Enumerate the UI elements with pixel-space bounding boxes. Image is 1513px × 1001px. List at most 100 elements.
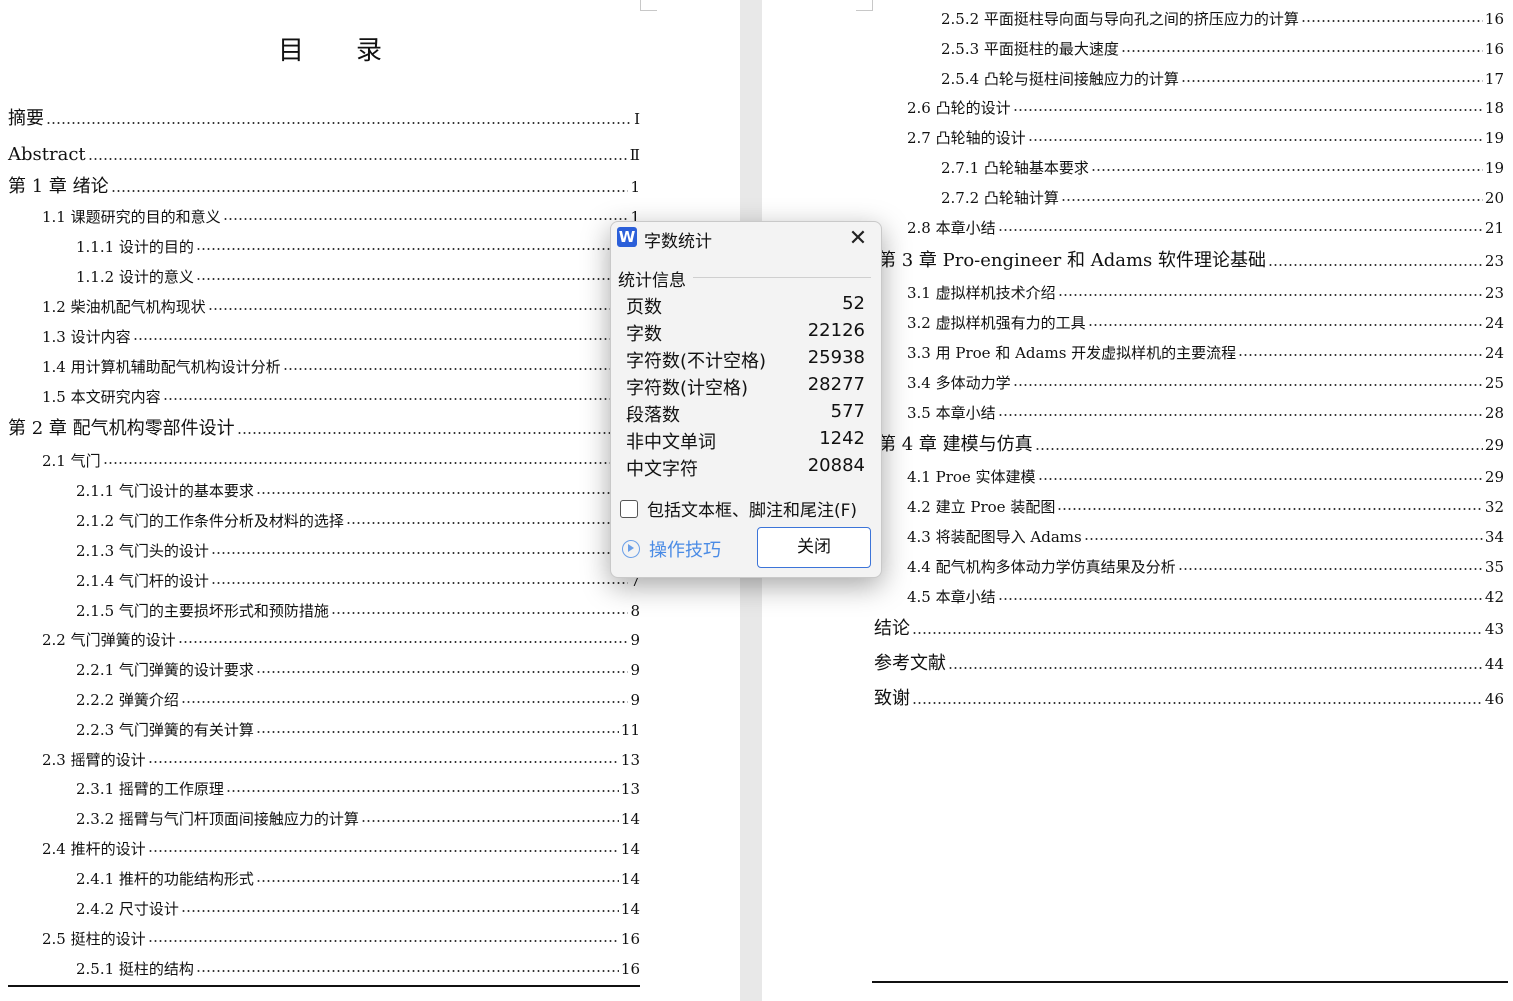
toc-entry[interactable]: 1.1 课题研究的目的和意义 1 <box>42 206 640 228</box>
toc-entry[interactable]: 2.2.2 弹簧介绍 9 <box>76 689 640 711</box>
stat-label: 字数 <box>626 324 662 345</box>
toc-entry[interactable]: 1.3 设计内容3 <box>42 326 640 348</box>
toc-entry[interactable]: 1.1.1 设计的目的1 <box>76 236 640 258</box>
toc-entry[interactable]: 参考文献 44 <box>874 651 1504 677</box>
toc-entry-title: 参考文献 <box>874 653 946 674</box>
close-icon[interactable]: ✕ <box>845 226 871 252</box>
toc-entry[interactable]: 4.5 本章小结 42 <box>907 586 1504 608</box>
toc-entry[interactable]: 1.2 柴油机配气机构现状2 <box>42 296 640 318</box>
toc-leader-dots <box>345 519 629 527</box>
toc-leader-dots <box>948 664 1483 672</box>
toc-entry[interactable]: 第 2 章 配气机构零部件设计5 <box>8 416 640 442</box>
toc-entry[interactable]: 3.4 多体动力学 25 <box>907 372 1504 394</box>
toc-entry[interactable]: 2.4.2 尺寸设计 14 <box>76 898 640 920</box>
toc-entry-title: 4.1 Proe 实体建模 <box>907 468 1036 486</box>
toc-leader-dots <box>330 609 629 617</box>
toc-entry-title: 摘要 <box>8 108 44 129</box>
page-bottom-rule <box>8 985 640 987</box>
toc-entry[interactable]: 2.7.1 凸轮轴基本要求 19 <box>941 157 1504 179</box>
stat-value: 52 <box>842 293 865 314</box>
toc-entry-title: 2.6 凸轮的设计 <box>907 99 1011 117</box>
toc-entry[interactable]: 2.5 挺柱的设计 16 <box>42 928 640 950</box>
play-circle-icon <box>622 540 640 558</box>
toc-entry[interactable]: 4.1 Proe 实体建模 29 <box>907 466 1504 488</box>
toc-entry[interactable]: 2.5.4 凸轮与挺柱间接触应力的计算 17 <box>941 68 1504 90</box>
toc-leader-dots <box>1238 351 1483 359</box>
toc-entry[interactable]: 2.3 摇臂的设计 13 <box>42 749 640 771</box>
toc-page-number: 9 <box>630 691 640 709</box>
toc-entry[interactable]: 2.7.2 凸轮轴计算 20 <box>941 187 1504 209</box>
toc-entry[interactable]: 2.1.2 气门的工作条件分析及材料的选择5 <box>76 510 640 532</box>
toc-entry[interactable]: 1.4 用计算机辅助配气机构设计分析3 <box>42 356 640 378</box>
toc-leader-dots <box>1012 106 1483 114</box>
toc-entry-title: 2.7.1 凸轮轴基本要求 <box>941 159 1089 177</box>
toc-entry[interactable]: 2.1.1 气门设计的基本要求5 <box>76 480 640 502</box>
toc-entry-title: 3.4 多体动力学 <box>907 374 1011 392</box>
toc-entry-title: 第 1 章 绪论 <box>8 176 109 197</box>
toc-entry[interactable]: 4.2 建立 Proe 装配图 32 <box>907 496 1504 518</box>
toc-leader-dots <box>255 668 629 676</box>
toc-entry[interactable]: 2.2.1 气门弹簧的设计要求 9 <box>76 659 640 681</box>
toc-entry[interactable]: 4.3 将装配图导入 Adams 34 <box>907 526 1504 548</box>
toc-entry[interactable]: 1.5 本文研究内容4 <box>42 386 640 408</box>
toc-entry[interactable]: 致谢 46 <box>874 686 1504 712</box>
toc-page-number: 25 <box>1484 374 1504 392</box>
toc-entry-title: 1.2 柴油机配气机构现状 <box>42 298 206 316</box>
toc-page-number: 1 <box>630 178 640 196</box>
toc-entry[interactable]: 2.3.2 摇臂与气门杆顶面间接触应力的计算 14 <box>76 808 640 830</box>
stat-row: 字符数(计空格) 28277 <box>626 374 865 400</box>
toc-entry[interactable]: 1.1.2 设计的意义1 <box>76 266 640 288</box>
toc-entry[interactable]: 结论 43 <box>874 616 1504 642</box>
toc-entry[interactable]: 摘要 I <box>8 106 640 132</box>
toc-entry-title: 1.1.2 设计的意义 <box>76 268 194 286</box>
toc-page-number: 29 <box>1484 436 1504 454</box>
toc-entry[interactable]: 2.2 气门弹簧的设计 9 <box>42 629 640 651</box>
toc-entry[interactable]: 2.6 凸轮的设计 18 <box>907 97 1504 119</box>
toc-entry-title: 3.2 虚拟样机强有力的工具 <box>907 314 1086 332</box>
toc-entry[interactable]: 第 4 章 建模与仿真 29 <box>878 432 1504 458</box>
toc-entry[interactable]: 2.4 推杆的设计 14 <box>42 838 640 860</box>
toc-entry[interactable]: 2.7 凸轮轴的设计 19 <box>907 127 1504 149</box>
toc-entry[interactable]: 2.1.4 气门杆的设计 7 <box>76 570 640 592</box>
toc-entry[interactable]: 2.1.5 气门的主要损坏形式和预防措施 8 <box>76 600 640 622</box>
include-textbox-footnote-option[interactable]: 包括文本框、脚注和尾注(F) <box>620 496 857 521</box>
toc-entry[interactable]: 2.5.2 平面挺柱导向面与导向孔之间的挤压应力的计算 16 <box>941 8 1504 30</box>
toc-entry-title: 4.2 建立 Proe 装配图 <box>907 498 1056 516</box>
toc-entry-title: 2.2.3 气门弹簧的有关计算 <box>76 721 254 739</box>
include-textbox-checkbox[interactable] <box>620 499 638 518</box>
wps-writer-icon: W <box>617 227 637 247</box>
toc-entry[interactable]: 2.5.1 挺柱的结构 16 <box>76 958 640 980</box>
toc-leader-dots <box>180 907 619 915</box>
stat-label: 非中文单词 <box>626 432 716 453</box>
stat-row: 中文字符 20884 <box>626 455 865 481</box>
toc-entry[interactable]: 2.1.3 气门头的设计6 <box>76 540 640 562</box>
toc-entry[interactable]: 第 3 章 Pro-engineer 和 Adams 软件理论基础 23 <box>878 248 1504 274</box>
close-button[interactable]: 关闭 <box>757 527 871 568</box>
toc-entry[interactable]: 2.3.1 摇臂的工作原理 13 <box>76 778 640 800</box>
toc-entry[interactable]: 3.3 用 Proe 和 Adams 开发虚拟样机的主要流程 24 <box>907 342 1504 364</box>
toc-entry[interactable]: Abstract Ⅱ <box>8 142 640 168</box>
toc-leader-dots <box>1180 77 1483 85</box>
toc-entry-title: 2.1.5 气门的主要损坏形式和预防措施 <box>76 602 329 620</box>
tips-link[interactable]: 操作技巧 <box>622 536 721 562</box>
toc-leader-dots <box>912 699 1483 707</box>
toc-entry[interactable]: 2.5.3 平面挺柱的最大速度 16 <box>941 38 1504 60</box>
toc-entry[interactable]: 3.1 虚拟样机技术介绍 23 <box>907 282 1504 304</box>
toc-page-number: 35 <box>1484 558 1504 576</box>
toc-entry[interactable]: 3.2 虚拟样机强有力的工具 24 <box>907 312 1504 334</box>
toc-entry-title: 1.1.1 设计的目的 <box>76 238 194 256</box>
toc-leader-dots <box>255 877 619 885</box>
toc-entry[interactable]: 4.4 配气机构多体动力学仿真结果及分析 35 <box>907 556 1504 578</box>
toc-entry[interactable]: 2.4.1 推杆的功能结构形式 14 <box>76 868 640 890</box>
toc-entry[interactable]: 2.8 本章小结 21 <box>907 217 1504 239</box>
toc-entry-title: 第 3 章 Pro-engineer 和 Adams 软件理论基础 <box>878 250 1267 271</box>
toc-entry[interactable]: 2.2.3 气门弹簧的有关计算 11 <box>76 719 640 741</box>
toc-entry[interactable]: 第 1 章 绪论 1 <box>8 174 640 200</box>
toc-entry[interactable]: 2.1 气门5 <box>42 450 640 472</box>
dialog-titlebar[interactable]: W 字数统计 ✕ <box>611 222 881 256</box>
toc-leader-dots <box>222 215 629 223</box>
stat-row: 字符数(不计空格) 25938 <box>626 347 865 373</box>
toc-entry-title: 3.5 本章小结 <box>907 404 996 422</box>
toc-entry[interactable]: 3.5 本章小结 28 <box>907 402 1504 424</box>
toc-title: 目 录 <box>277 36 382 66</box>
